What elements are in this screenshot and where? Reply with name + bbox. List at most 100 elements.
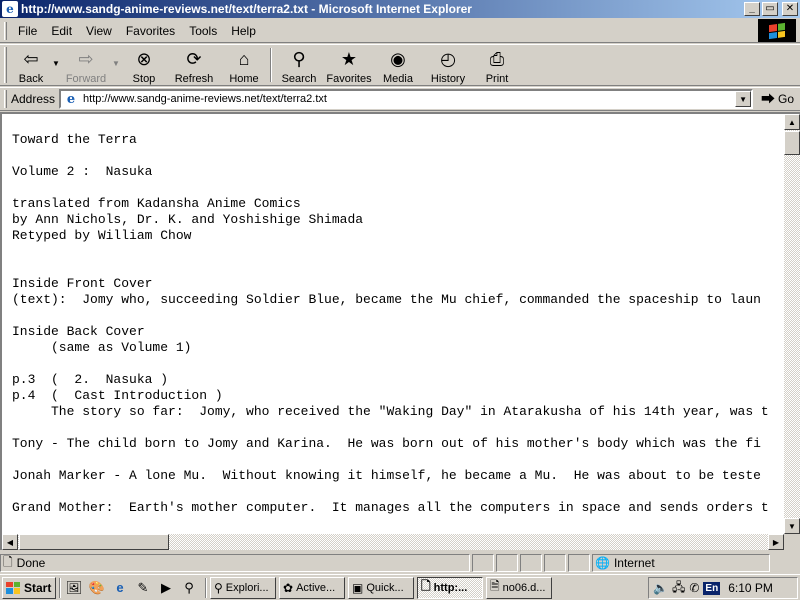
quicklaunch-app-icon[interactable]: 🎨 bbox=[87, 578, 107, 598]
text-line bbox=[12, 148, 784, 164]
close-button[interactable]: ✕ bbox=[782, 2, 798, 16]
task-document[interactable]: 🗎 no06.d... bbox=[486, 576, 552, 599]
vertical-scroll-thumb[interactable] bbox=[784, 131, 800, 155]
media-label: Media bbox=[383, 73, 413, 85]
favorites-button[interactable]: ★ Favorites bbox=[323, 45, 375, 85]
address-field[interactable]: e ▼ bbox=[59, 89, 754, 109]
refresh-label: Refresh bbox=[174, 73, 214, 85]
text-line bbox=[12, 452, 784, 468]
status-bar: 🗋 Done 🌐 Internet bbox=[0, 553, 800, 573]
title-bar[interactable]: e http://www.sandg-anime-reviews.net/tex… bbox=[0, 0, 800, 18]
address-input[interactable] bbox=[83, 93, 724, 105]
menu-view[interactable]: View bbox=[79, 24, 119, 38]
address-grip[interactable] bbox=[4, 90, 7, 108]
ie-icon: e bbox=[2, 1, 18, 17]
text-line: Inside Front Cover bbox=[12, 276, 153, 291]
search-button[interactable]: ⚲ Search bbox=[275, 45, 323, 85]
task-label: no06.d... bbox=[502, 581, 546, 594]
scroll-right-button[interactable]: ▶ bbox=[768, 534, 784, 550]
text-line: Toward the Terra bbox=[12, 132, 137, 147]
stop-icon: ⊗ bbox=[136, 49, 152, 69]
page-icon: e bbox=[66, 91, 76, 107]
standard-toolbar: ⇦ Back ▼ ⇨ Forward ▼ ⊗ Stop ⟳ Refresh ⌂ … bbox=[0, 44, 800, 86]
scroll-up-button[interactable]: ▲ bbox=[784, 114, 800, 130]
menu-help[interactable]: Help bbox=[224, 24, 263, 38]
vertical-scrollbar[interactable]: ▲ ▼ bbox=[784, 114, 800, 534]
forward-button[interactable]: ⇨ Forward bbox=[61, 45, 111, 85]
task-active[interactable]: ✿ Active... bbox=[279, 576, 345, 599]
quicklaunch-desktop-icon[interactable]: 🖼 bbox=[64, 578, 84, 598]
start-button[interactable]: Start bbox=[2, 576, 56, 599]
go-label: Go bbox=[778, 92, 795, 106]
address-bar: Address e ▼ ⮕ Go bbox=[0, 87, 800, 111]
internet-globe-icon: 🌐 bbox=[595, 556, 610, 570]
toolbar-separator bbox=[270, 48, 272, 82]
back-button[interactable]: ⇦ Back bbox=[11, 45, 51, 85]
menu-bar: File Edit View Favorites Tools Help bbox=[0, 19, 800, 43]
refresh-button[interactable]: ⟳ Refresh bbox=[167, 45, 221, 85]
task-explorer[interactable]: ⚲ Explori... bbox=[210, 576, 276, 599]
address-dropdown-button[interactable]: ▼ bbox=[735, 91, 752, 107]
network-icon[interactable]: 🖧 bbox=[672, 578, 685, 599]
text-line: Volume 2 : Nasuka bbox=[12, 164, 153, 179]
maximize-button[interactable]: ▭ bbox=[762, 2, 778, 16]
stop-button[interactable]: ⊗ Stop bbox=[121, 45, 167, 85]
horizontal-scrollbar[interactable]: ◀ ▶ bbox=[2, 534, 784, 550]
clock[interactable]: 6:10 PM bbox=[728, 581, 773, 595]
text-line: (text): Jomy who, succeeding Soldier Blu… bbox=[12, 292, 761, 307]
back-dropdown[interactable]: ▼ bbox=[51, 45, 61, 68]
language-indicator[interactable]: En bbox=[703, 581, 721, 595]
scroll-down-button[interactable]: ▼ bbox=[784, 518, 800, 534]
menu-favorites[interactable]: Favorites bbox=[119, 24, 182, 38]
tray-app-icon[interactable]: ✆ bbox=[689, 581, 699, 595]
task-label: Active... bbox=[296, 581, 336, 594]
volume-icon[interactable]: 🔈 bbox=[653, 581, 668, 595]
quicklaunch-media-icon[interactable]: ▶ bbox=[156, 578, 176, 598]
zone-panel: 🌐 Internet bbox=[592, 554, 770, 572]
toolbar-grip[interactable] bbox=[4, 47, 7, 83]
favorites-folder-icon: ★ bbox=[340, 49, 358, 69]
back-label: Back bbox=[18, 73, 44, 85]
print-button[interactable]: ⎙ Print bbox=[475, 45, 519, 85]
task-quick[interactable]: ▣ Quick... bbox=[348, 576, 414, 599]
history-icon: ◴ bbox=[440, 49, 456, 69]
menu-grip[interactable] bbox=[4, 21, 7, 40]
text-line bbox=[12, 308, 784, 324]
document-icon: 🗎 bbox=[490, 579, 500, 593]
taskbar-separator-2 bbox=[205, 577, 207, 598]
menu-tools[interactable]: Tools bbox=[182, 24, 224, 38]
home-icon: ⌂ bbox=[238, 49, 250, 69]
forward-dropdown[interactable]: ▼ bbox=[111, 45, 121, 68]
task-ie-window[interactable]: 🗋 http:... bbox=[417, 576, 483, 599]
page-content[interactable]: Toward the Terra Volume 2 : Nasuka trans… bbox=[0, 112, 800, 550]
home-button[interactable]: ⌂ Home bbox=[221, 45, 267, 85]
media-button[interactable]: ◉ Media bbox=[375, 45, 421, 85]
text-line: p.3 ( 2. Nasuka ) bbox=[12, 372, 169, 387]
window-title: http://www.sandg-anime-reviews.net/text/… bbox=[21, 2, 472, 16]
page-done-icon: 🗋 bbox=[3, 554, 13, 569]
explorer-icon: ⚲ bbox=[214, 580, 223, 595]
scroll-left-button[interactable]: ◀ bbox=[2, 534, 18, 550]
minimize-button[interactable]: _ bbox=[744, 2, 760, 16]
text-line: translated from Kadansha Anime Comics bbox=[12, 196, 301, 211]
quicklaunch-tool-icon[interactable]: ✎ bbox=[133, 578, 153, 598]
history-button[interactable]: ◴ History bbox=[421, 45, 475, 85]
menu-edit[interactable]: Edit bbox=[44, 24, 79, 38]
quicklaunch-ie-icon[interactable]: e bbox=[110, 578, 130, 598]
quicklaunch-search-icon[interactable]: ⚲ bbox=[179, 578, 199, 598]
go-arrow-icon: ⮕ bbox=[761, 91, 776, 107]
back-arrow-icon: ⇦ bbox=[23, 49, 39, 69]
text-line: by Ann Nichols, Dr. K. and Yoshishige Sh… bbox=[12, 212, 364, 227]
go-button[interactable]: ⮕ Go bbox=[761, 89, 794, 109]
task-label: Explori... bbox=[225, 581, 269, 594]
printer-icon: ⎙ bbox=[489, 49, 505, 69]
text-line: p.4 ( Cast Introduction ) bbox=[12, 388, 223, 403]
windows-flag-icon bbox=[769, 22, 785, 39]
text-line: (same as Volume 1) bbox=[12, 340, 192, 355]
horizontal-scroll-thumb[interactable] bbox=[19, 534, 169, 550]
menu-file[interactable]: File bbox=[11, 24, 44, 38]
taskbar: Start 🖼 🎨 e ✎ ▶ ⚲ ⚲ Explori... ✿ Active.… bbox=[0, 574, 800, 600]
search-icon: ⚲ bbox=[292, 49, 306, 69]
stop-label: Stop bbox=[132, 73, 156, 85]
active-icon: ✿ bbox=[283, 580, 294, 595]
